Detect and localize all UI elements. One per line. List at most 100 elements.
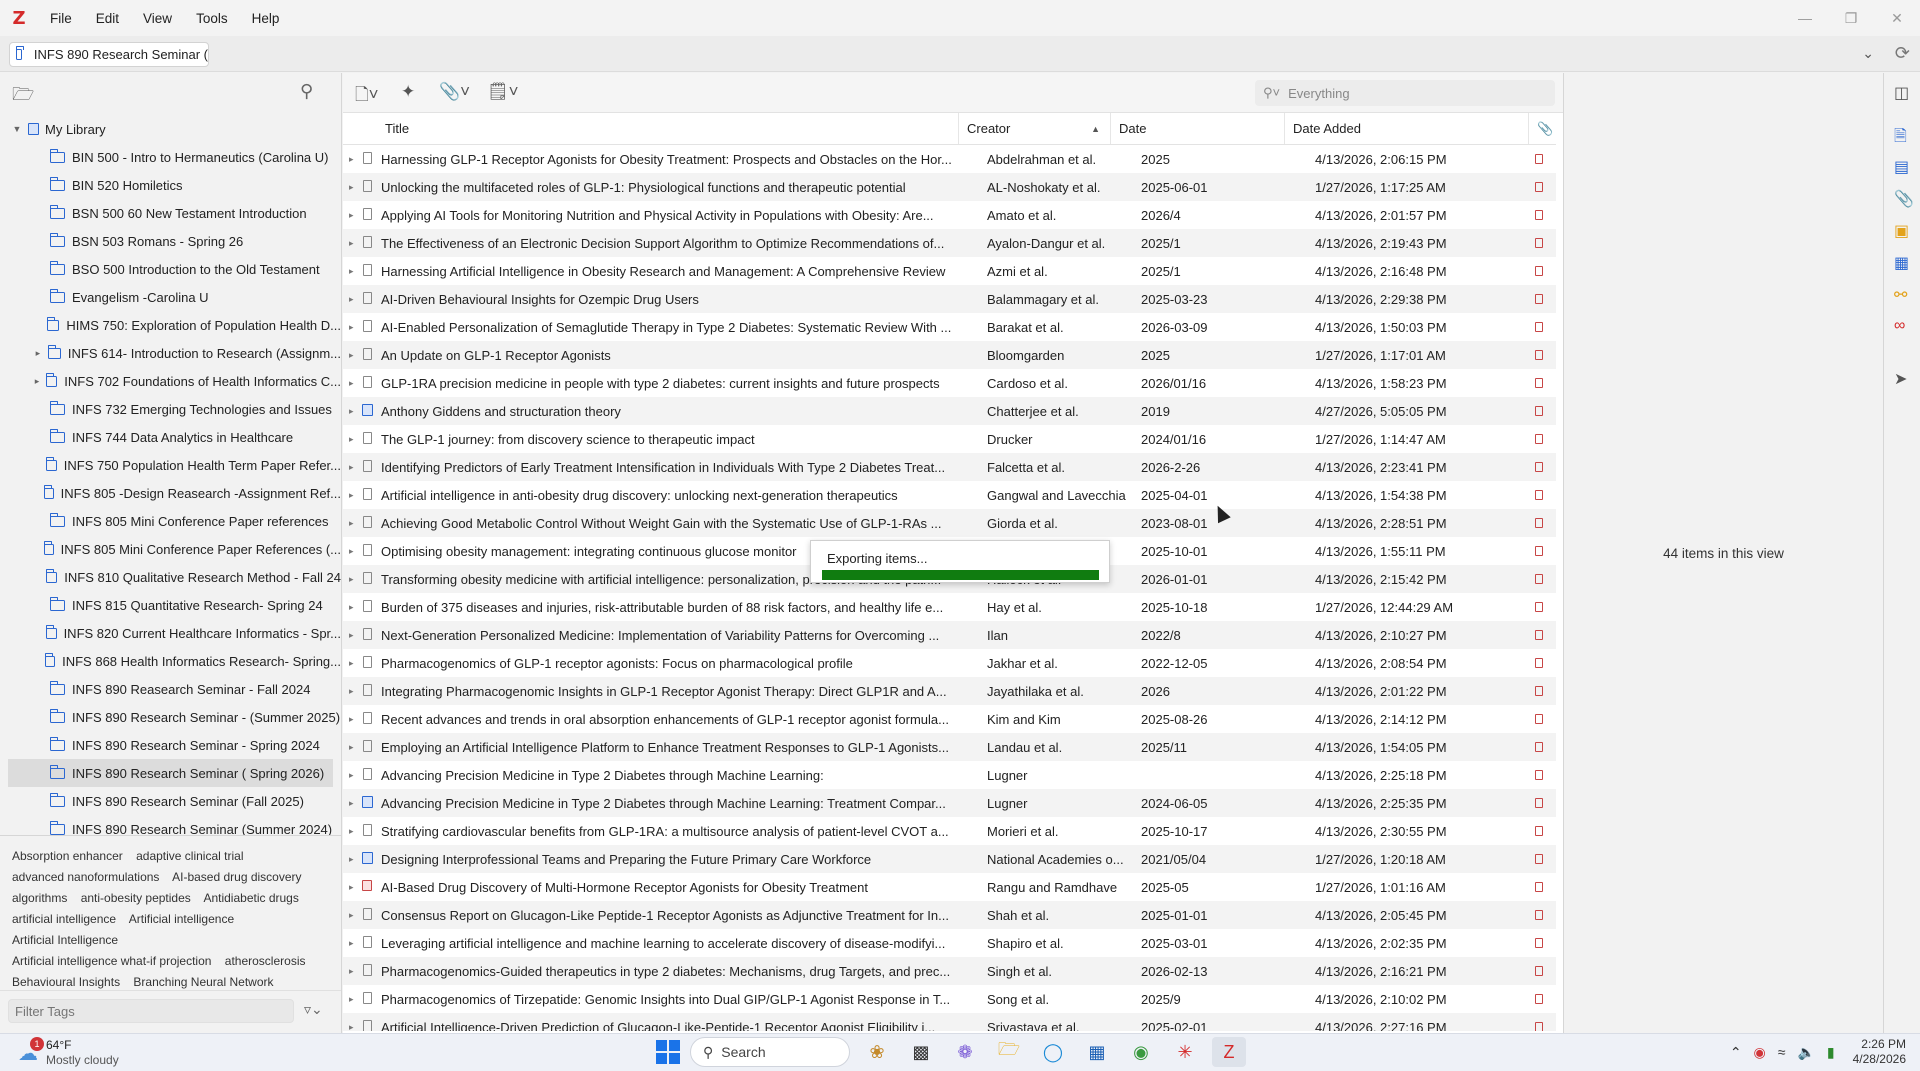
table-row[interactable]: ▸ Next-Generation Personalized Medicine: … <box>343 621 1556 649</box>
expand-row-icon[interactable]: ▸ <box>343 350 357 361</box>
expand-row-icon[interactable]: ▸ <box>343 490 357 501</box>
filter-tags-input[interactable] <box>8 999 294 1023</box>
table-row[interactable]: ▸ Unlocking the multifaceted roles of GLP… <box>343 173 1556 201</box>
table-row[interactable]: ▸ AI-Enabled Personalization of Semagluti… <box>343 313 1556 341</box>
table-row[interactable]: ▸ An Update on GLP-1 Receptor Agonists Blo… <box>343 341 1556 369</box>
pdf-icon[interactable] <box>1535 181 1543 192</box>
tag-item[interactable]: Absorption enhancer <box>12 849 123 863</box>
expand-row-icon[interactable]: ▸ <box>343 518 357 529</box>
expand-row-icon[interactable]: ▸ <box>343 714 357 725</box>
copilot-icon[interactable]: ❁ <box>948 1037 982 1067</box>
collection-item[interactable]: INFS 815 Quantitative Research- Spring 2… <box>0 591 341 619</box>
pdf-icon[interactable] <box>1535 685 1543 696</box>
tag-item[interactable]: Antidiabetic drugs <box>203 891 298 905</box>
table-row[interactable]: ▸ AI-Driven Behavioural Insights for Ozem… <box>343 285 1556 313</box>
table-row[interactable]: ▸ Applying AI Tools for Monitoring Nutrit… <box>343 201 1556 229</box>
attachment-cell[interactable] <box>1535 404 1555 419</box>
collection-item[interactable]: BSN 503 Romans - Spring 26 <box>0 227 341 255</box>
table-row[interactable]: ▸ Pharmacogenomics-Guided therapeutics in… <box>343 957 1556 985</box>
search-icon[interactable]: ⚲ <box>300 81 313 102</box>
table-row[interactable]: ▸ Harnessing GLP-1 Receptor Agonists for … <box>343 145 1556 173</box>
collection-item[interactable]: INFS 805 Mini Conference Paper reference… <box>0 507 341 535</box>
expand-row-icon[interactable]: ▸ <box>343 854 357 865</box>
pdf-icon[interactable] <box>1535 405 1543 416</box>
attachment-cell[interactable] <box>1535 292 1555 307</box>
expand-row-icon[interactable]: ▸ <box>343 434 357 445</box>
expand-row-icon[interactable]: ▸ <box>343 1022 357 1032</box>
menu-help[interactable]: Help <box>240 11 292 26</box>
attachment-cell[interactable] <box>1535 236 1555 251</box>
tag-item[interactable]: atherosclerosis <box>225 954 306 968</box>
library-tab[interactable]: INFS 890 Research Seminar ( <box>9 42 209 67</box>
collection-item[interactable]: BSN 500 60 New Testament Introduction <box>0 199 341 227</box>
pdf-icon[interactable] <box>1535 293 1543 304</box>
security-icon[interactable]: ◉ <box>1754 1044 1766 1061</box>
expand-row-icon[interactable]: ▸ <box>343 154 357 165</box>
collection-item[interactable]: HIMS 750: Exploration of Population Heal… <box>0 311 341 339</box>
expand-row-icon[interactable]: ▸ <box>343 658 357 669</box>
expand-row-icon[interactable]: ▸ <box>343 630 357 641</box>
my-library-row[interactable]: ▼ My Library <box>0 115 341 143</box>
pdf-icon[interactable] <box>1535 853 1543 864</box>
expand-row-icon[interactable]: ▸ <box>343 966 357 977</box>
attachment-cell[interactable] <box>1535 824 1555 839</box>
collection-item[interactable]: Evangelism -Carolina U <box>0 283 341 311</box>
attachment-cell[interactable] <box>1535 320 1555 335</box>
pdf-icon[interactable] <box>1535 937 1543 948</box>
attachment-cell[interactable] <box>1535 432 1555 447</box>
table-row[interactable]: ▸ Advancing Precision Medicine in Type 2 … <box>343 789 1556 817</box>
table-row[interactable]: ▸ Artificial Intelligence-Driven Predicti… <box>343 1013 1556 1031</box>
tag-item[interactable]: Artificial intelligence what-if projecti… <box>12 954 211 968</box>
table-row[interactable]: ▸ Leveraging artificial intelligence and … <box>343 929 1556 957</box>
table-row[interactable]: ▸ AI-Based Drug Discovery of Multi-Hormon… <box>343 873 1556 901</box>
collection-item[interactable]: BSO 500 Introduction to the Old Testamen… <box>0 255 341 283</box>
collection-item[interactable]: INFS 890 Research Seminar ( Spring 2026) <box>8 759 333 787</box>
pdf-icon[interactable] <box>1535 573 1543 584</box>
tag-item[interactable]: anti-obesity peptides <box>81 891 191 905</box>
expand-row-icon[interactable]: ▸ <box>343 602 357 613</box>
table-row[interactable]: ▸ Stratifying cardiovascular benefits fro… <box>343 817 1556 845</box>
search-mode-icon[interactable]: ⚲˅ <box>1263 85 1280 101</box>
attachment-cell[interactable] <box>1535 740 1555 755</box>
collection-item[interactable]: INFS 890 Research Seminar - (Summer 2025… <box>0 703 341 731</box>
pdf-icon[interactable] <box>1535 377 1543 388</box>
table-row[interactable]: ▸ Pharmacogenomics of GLP-1 receptor agon… <box>343 649 1556 677</box>
pdf-icon[interactable] <box>1535 881 1543 892</box>
tabs-menu-chevron-icon[interactable]: ⌄ <box>1862 45 1874 62</box>
table-row[interactable]: ▸ Artificial intelligence in anti-obesity… <box>343 481 1556 509</box>
pdf-icon[interactable] <box>1535 713 1543 724</box>
chrome-browser-icon[interactable]: ◉ <box>1124 1037 1158 1067</box>
table-row[interactable]: ▸ Integrating Pharmacogenomic Insights in… <box>343 677 1556 705</box>
attachment-cell[interactable] <box>1535 180 1555 195</box>
chevron-down-icon[interactable]: ▼ <box>10 124 24 134</box>
pdf-icon[interactable] <box>1535 657 1543 668</box>
new-collection-icon[interactable]: 🗁 <box>12 82 34 112</box>
attachment-cell[interactable] <box>1535 516 1555 531</box>
collection-item[interactable]: INFS 890 Research Seminar (Fall 2025) <box>0 787 341 815</box>
chevron-right-icon[interactable]: ▸ <box>32 348 44 359</box>
collection-item[interactable]: INFS 805 Mini Conference Paper Reference… <box>0 535 341 563</box>
new-item-icon[interactable]: 🗋˅ <box>355 82 379 111</box>
minimize-button[interactable]: — <box>1782 0 1828 36</box>
tag-item[interactable]: Behavioural Insights <box>12 975 120 989</box>
chevron-right-icon[interactable]: ▸ <box>32 376 42 387</box>
info-icon[interactable]: 🗎 <box>1894 125 1907 152</box>
expand-row-icon[interactable]: ▸ <box>343 182 357 193</box>
restore-button[interactable]: ❐ <box>1828 0 1874 36</box>
attachment-cell[interactable] <box>1535 656 1555 671</box>
pdf-icon[interactable] <box>1535 489 1543 500</box>
table-row[interactable]: ▸ Employing an Artificial Intelligence Pl… <box>343 733 1556 761</box>
start-button[interactable] <box>656 1040 680 1064</box>
clock[interactable]: 2:26 PM 4/28/2026 <box>1853 1037 1906 1067</box>
libraries-collections-icon[interactable]: ▦ <box>1894 253 1909 273</box>
table-row[interactable]: ▸ Harnessing Artificial Intelligence in O… <box>343 257 1556 285</box>
attachment-cell[interactable] <box>1535 348 1555 363</box>
expand-row-icon[interactable]: ▸ <box>343 238 357 249</box>
table-row[interactable]: ▸ Recent advances and trends in oral abso… <box>343 705 1556 733</box>
expand-row-icon[interactable]: ▸ <box>343 798 357 809</box>
widgets-icon[interactable]: ❀ <box>860 1037 894 1067</box>
sync-icon[interactable]: ⟳ <box>1895 43 1910 64</box>
expand-row-icon[interactable]: ▸ <box>343 266 357 277</box>
pdf-icon[interactable] <box>1535 741 1543 752</box>
attachment-cell[interactable] <box>1535 964 1555 979</box>
